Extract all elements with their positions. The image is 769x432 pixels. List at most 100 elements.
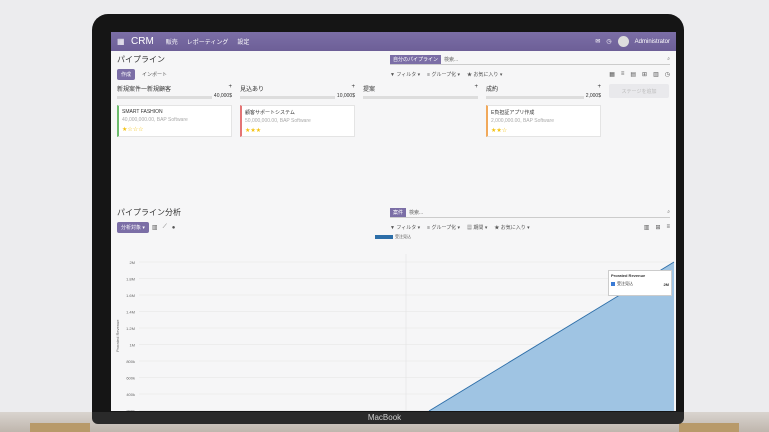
y-tick-label: 200k [126,409,135,412]
create-button[interactable]: 作成 [117,69,136,80]
add-stage-button[interactable]: ステージを追加 [609,84,669,98]
laptop-base: MacBook [0,412,769,432]
kanban-column: 見込あり + 10,000$ 顧客サポートシステム 50,000,000.00, … [240,84,355,137]
view-switcher: ▦ ≡ ▤ ⊞ ▥ ◷ [609,71,670,78]
legend-swatch [375,235,393,239]
graph-view-icon[interactable]: ▥ [653,71,659,78]
column-title[interactable]: 見込あり [240,84,264,93]
favorites-dropdown[interactable]: ★ お気に入り ▾ [467,71,502,78]
search-facet[interactable]: 案件 [390,207,407,217]
user-name[interactable]: Administrator [635,39,670,45]
filter-dropdown[interactable]: ▼ フィルタ ▾ [390,71,420,78]
card-title: E負担証アプリ作成 [491,110,535,116]
decor-right [679,423,739,432]
pipeline-header: パイプライン 自分のパイプライン 検索... ⌕ 作成 インポート ▼ フィルタ… [111,51,676,80]
tooltip-swatch [611,282,615,286]
kanban-card[interactable]: 顧客サポートシステム 50,000,000.00, BAP Software ★… [240,105,355,137]
stage: ▦ CRM 販売 レポーティング 設定 ✉ ◷ Administrator パイ… [0,0,769,432]
filter-dropdown[interactable]: ▼ フィルタ ▾ [390,224,420,231]
activity-icon[interactable]: ◷ [606,38,611,45]
y-tick-label: 400k [126,392,135,397]
top-menu: 販売 レポーティング 設定 [166,37,257,46]
kanban-column: 提案 + [363,84,478,137]
chart-svg: 2M 1.8M 1.6M 1.4M 1.2M 1M 800k 600k 400k 200k Pror… [115,254,675,412]
analysis-tools: ▼ フィルタ ▾ ≡ グループ化 ▾ ▦ 期間 ▾ ★ お気に入り ▾ ▥ ⊞ … [390,224,670,231]
column-title[interactable]: 提案 [363,84,375,93]
period-dropdown[interactable]: ▦ 期間 ▾ [467,224,487,231]
column-amount: 10,000$ [334,93,355,99]
kanban-card[interactable]: E負担証アプリ作成 2,000,000.00, BAP Software ★★☆ [486,105,601,137]
y-tick-label: 1.8M [126,277,135,282]
pie-chart-icon[interactable]: ● [172,225,176,231]
y-tick-label: 1.4M [126,310,135,315]
favorites-dropdown[interactable]: ★ お気に入り ▾ [494,224,529,231]
priority-stars[interactable]: ★★☆ [491,127,597,134]
y-axis-label: Prorated Revenue [115,319,120,352]
kanban-column: 新規案件一新規顧客 + 40,000$ SMART FASHION 40,000,… [117,84,232,137]
column-title[interactable]: 新規案件一新規顧客 [117,84,171,93]
menu-settings[interactable]: 設定 [237,40,249,46]
activity-view-icon[interactable]: ◷ [665,71,670,78]
pivot-view-icon[interactable]: ⊞ [642,71,647,78]
groupby-dropdown[interactable]: ≡ グループ化 ▾ [427,71,460,78]
search-placeholder: 検索... [409,209,424,216]
search-placeholder: 検索... [444,56,459,63]
tooltip-title: Prorated Revenue [611,273,646,278]
column-add-icon[interactable]: + [351,84,355,93]
priority-stars[interactable]: ★☆☆☆ [122,126,228,133]
chart-area: 受注見込 2M 1.8M 1.6M 1.4M 1.2M 1M 800k 600k 400k 200… [111,232,676,411]
y-tick-label: 800k [126,359,135,364]
macbook-label: MacBook [367,413,402,422]
pivot-view-icon[interactable]: ⊞ [655,224,660,231]
analysis-search-input[interactable]: 案件 検索... ⌕ [390,207,670,218]
navbar-right: ✉ ◷ Administrator [595,36,670,47]
apps-grid-icon[interactable]: ▦ [117,37,127,46]
search-input[interactable]: 自分のパイプライン 検索... ⌕ [390,54,670,65]
kanban-column: 成約 + 2,000$ E負担証アプリ作成 2,000,000.00, BAP S… [486,84,601,137]
column-title[interactable]: 成約 [486,84,498,93]
card-title: 顧客サポートシステム [245,110,295,116]
y-tick-label: 1.2M [126,326,135,331]
column-add-icon[interactable]: + [474,84,478,93]
list-view-icon[interactable]: ≡ [666,224,670,231]
menu-reporting[interactable]: レポーティング [187,40,229,46]
chart-tooltip: Prorated Revenue 受注見込 2M [608,270,672,296]
chat-icon[interactable]: ✉ [595,38,600,45]
legend-label: 受注見込 [395,234,411,239]
menu-sales[interactable]: 販売 [166,40,178,46]
column-amount: 40,000$ [211,93,232,99]
column-amount: 2,000$ [583,93,601,99]
list-view-icon[interactable]: ≡ [621,71,625,78]
graph-view-icon[interactable]: ▥ [644,224,650,231]
card-meta: 50,000,000.00, BAP Software [245,118,311,124]
analysis-title: パイプライン分析 [117,208,181,217]
bar-chart-icon[interactable]: ▥ [152,224,158,231]
tooltip-label: 受注見込 [617,281,633,286]
kanban-view-icon[interactable]: ▦ [609,71,615,78]
card-meta: 2,000,000.00, BAP Software [491,118,555,124]
avatar[interactable] [617,36,629,47]
chart-legend[interactable]: 受注見込 [375,234,411,240]
search-icon[interactable]: ⌕ [667,56,670,62]
app-title[interactable]: CRM [131,36,154,47]
navbar: ▦ CRM 販売 レポーティング 設定 ✉ ◷ Administrator [111,32,676,51]
tooltip-value: 2M [663,281,669,287]
column-progress [363,96,478,99]
priority-stars[interactable]: ★★★ [245,127,351,134]
decor-left [30,423,90,432]
analysis-header: パイプライン分析 案件 検索... ⌕ 分析対象 ▾ ▥ ⟋ ● ▼ フィルタ … [111,204,676,233]
search-icon[interactable]: ⌕ [667,209,670,215]
search-facet[interactable]: 自分のパイプライン [390,54,442,64]
page-title: パイプライン [117,55,165,64]
y-tick-label: 1.6M [126,293,135,298]
search-tools: ▼ フィルタ ▾ ≡ グループ化 ▾ ★ お気に入り ▾ ▦ ≡ ▤ ⊞ ▥ ◷ [390,71,670,78]
kanban-card[interactable]: SMART FASHION 40,000,000.00, BAP Softwar… [117,105,232,137]
column-progress: 10,000$ [240,93,355,99]
column-add-icon[interactable]: + [597,84,601,93]
calendar-view-icon[interactable]: ▤ [630,71,636,78]
column-add-icon[interactable]: + [228,84,232,93]
y-tick-label: 2M [129,260,135,265]
import-button[interactable]: インポート [138,69,171,80]
groupby-dropdown[interactable]: ≡ グループ化 ▾ [427,224,460,231]
line-chart-icon[interactable]: ⟋ [163,224,167,231]
